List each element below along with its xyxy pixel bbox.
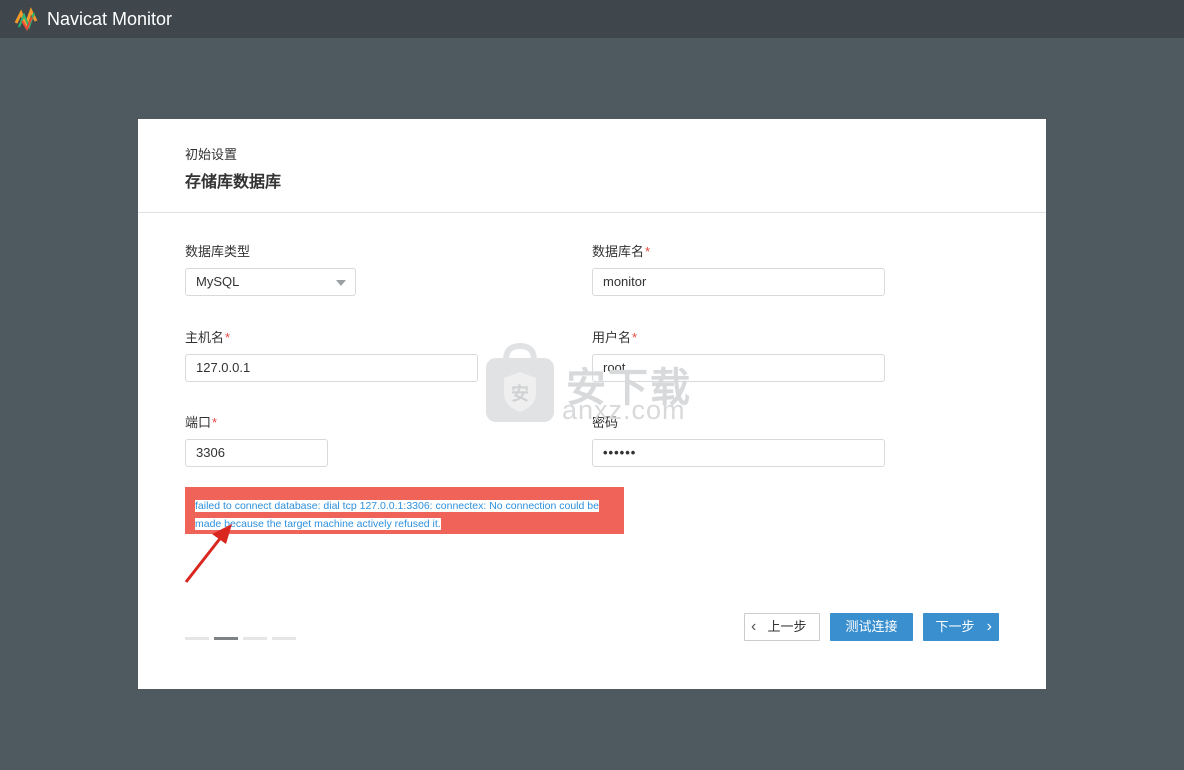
required-mark: * — [225, 330, 231, 345]
title-bar: Navicat Monitor — [0, 0, 1184, 38]
password-input[interactable]: •••••• — [592, 439, 885, 467]
next-button[interactable]: 下一步 › — [923, 613, 999, 641]
host-label: 主机名* — [185, 330, 231, 345]
chevron-left-icon: ‹ — [751, 618, 757, 635]
annotation-arrow — [184, 524, 232, 583]
db-name-label: 数据库名* — [592, 244, 651, 259]
step-dot — [272, 637, 296, 640]
step-dot-active — [214, 637, 238, 640]
app-title: Navicat Monitor — [47, 9, 173, 29]
port-input[interactable]: 3306 — [185, 439, 328, 467]
db-type-label: 数据库类型 — [185, 244, 251, 259]
step-dot — [185, 637, 209, 640]
divider — [138, 212, 1046, 213]
user-label: 用户名* — [592, 330, 638, 345]
svg-text:安: 安 — [511, 383, 529, 405]
chevron-right-icon: › — [986, 618, 992, 635]
chevron-down-icon — [336, 280, 346, 286]
step-dot — [243, 637, 267, 640]
db-name-input[interactable]: monitor — [592, 268, 885, 296]
error-message-box: failed to connect database: dial tcp 127… — [185, 487, 624, 534]
port-label: 端口* — [185, 415, 218, 430]
page-title: 存储库数据库 — [185, 174, 282, 191]
test-connection-button[interactable]: 测试连接 — [830, 613, 913, 641]
db-type-select[interactable]: MySQL — [185, 268, 356, 296]
error-message: failed to connect database: dial tcp 127… — [195, 500, 599, 530]
required-mark: * — [645, 244, 651, 259]
prev-button[interactable]: ‹ 上一步 — [744, 613, 820, 641]
required-mark: * — [632, 330, 638, 345]
navicat-logo-icon — [14, 7, 38, 31]
required-mark: * — [212, 415, 218, 430]
host-input[interactable]: 127.0.0.1 — [185, 354, 478, 382]
watermark-subtext: anxz.com — [562, 395, 686, 425]
watermark-logo: 安 — [486, 342, 554, 422]
breadcrumb: 初始设置 — [185, 147, 238, 162]
